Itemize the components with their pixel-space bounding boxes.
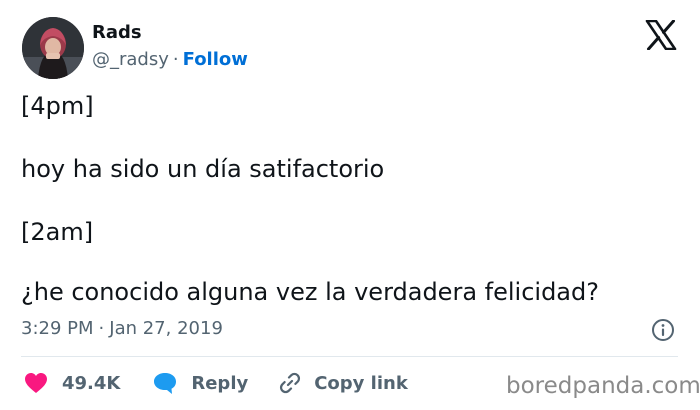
reply-button[interactable]: Reply (152, 371, 248, 395)
separator: · (98, 318, 105, 339)
x-logo-icon[interactable] (645, 19, 677, 51)
author-meta: @_radsy · Follow (92, 49, 248, 70)
author-name[interactable]: Rads (92, 22, 142, 43)
speech-bubble-icon (154, 373, 177, 394)
tweet-date: Jan 27, 2019 (109, 318, 223, 339)
follow-button[interactable]: Follow (183, 49, 248, 70)
tweet-text-line: hoy ha sido un día satifactorio (21, 155, 385, 183)
info-icon[interactable] (651, 318, 675, 342)
divider (21, 356, 678, 357)
separator: · (172, 49, 179, 70)
copy-link-button[interactable]: Copy link (278, 371, 408, 395)
heart-icon (25, 373, 47, 393)
link-icon (280, 372, 301, 394)
tweet-card: Rads @_radsy · Follow [4pm] hoy ha sido un… (0, 0, 700, 410)
action-bar: 49.4K Reply Copy link (24, 368, 408, 398)
author-handle[interactable]: @_radsy (92, 49, 169, 70)
like-count: 49.4K (62, 372, 121, 394)
tweet-text-line: ¿he conocido alguna vez la verdadera fel… (21, 278, 599, 306)
tweet-text-line: [4pm] (21, 92, 94, 120)
watermark: boredpanda.com (506, 373, 700, 399)
timestamp[interactable]: 3:29 PM · Jan 27, 2019 (21, 318, 223, 339)
like-button[interactable]: 49.4K (24, 372, 120, 394)
tweet-time: 3:29 PM (21, 318, 94, 339)
copy-link-label: Copy link (314, 372, 408, 394)
tweet-text-line: [2am] (21, 218, 94, 246)
avatar[interactable] (22, 17, 84, 79)
reply-label: Reply (191, 372, 249, 394)
